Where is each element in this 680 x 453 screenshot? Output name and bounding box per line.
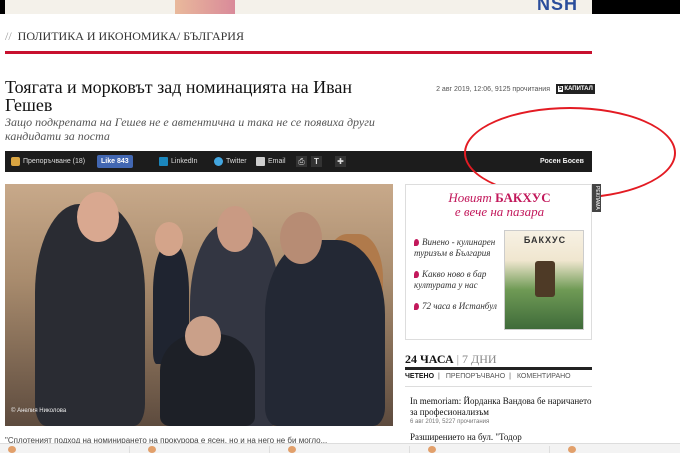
kapital-badge-label: КАПИТАЛ bbox=[564, 86, 593, 92]
section-divider bbox=[5, 51, 592, 54]
article-meta: 2 авг 2019, 12:06, 9125 прочитания bbox=[436, 86, 550, 93]
photo-figure bbox=[185, 316, 221, 356]
thumbs-up-icon bbox=[11, 156, 20, 166]
photo-figure bbox=[280, 212, 322, 264]
top-ad-decoration bbox=[175, 0, 235, 14]
kapital-badge-number: 5 bbox=[558, 86, 564, 92]
subtab-recommended[interactable]: ПРЕПОРЪЧВАНО bbox=[446, 373, 505, 380]
twitter-label: Twitter bbox=[226, 158, 247, 165]
kapital-badge[interactable]: 5 КАПИТАЛ bbox=[556, 84, 595, 94]
breadcrumb-bulgaria[interactable]: БЪЛГАРИЯ bbox=[183, 29, 244, 43]
related-link[interactable] bbox=[280, 446, 410, 453]
add-comment-button[interactable]: ✚ bbox=[335, 156, 346, 167]
ad-bullet-text: Какво ново в бар културата у нас bbox=[414, 269, 487, 290]
thumbnail-icon bbox=[428, 446, 436, 453]
thumbnail-icon bbox=[568, 446, 576, 453]
location-pin-icon bbox=[414, 303, 419, 311]
ad-bullet: Винено - кулинарен туризъм в България bbox=[414, 237, 504, 259]
tab-separator: | bbox=[456, 352, 460, 366]
linkedin-share-button[interactable]: LinkedIn bbox=[159, 155, 197, 168]
subtab-commented[interactable]: КОМЕНТИРАНО bbox=[517, 373, 571, 380]
photo-figure bbox=[217, 206, 253, 252]
thumbnail-icon bbox=[8, 446, 16, 453]
article-subtitle: Защо подкрепата на Гешев не е автентична… bbox=[5, 115, 375, 143]
article-photo[interactable]: © Анелия Николова bbox=[5, 184, 393, 426]
news-item-meta: 6 авг 2019, 5227 прочитания bbox=[410, 419, 490, 425]
subtab-read[interactable]: ЧЕТЕНО bbox=[405, 373, 434, 380]
magazine-illustration bbox=[535, 261, 555, 297]
sidebar-tabs: 24 ЧАСА | 7 ДНИ bbox=[405, 352, 497, 367]
bottom-related-strip bbox=[0, 443, 680, 453]
recommend-button[interactable]: Препоръчване (18) bbox=[11, 155, 85, 168]
ad-label: РЕКЛАМА bbox=[592, 184, 601, 212]
tab-7-days[interactable]: 7 ДНИ bbox=[462, 352, 497, 366]
twitter-share-button[interactable]: Twitter bbox=[214, 155, 247, 168]
text-size-button[interactable]: T bbox=[311, 156, 322, 167]
bakhus-ad[interactable]: Новият БАКХУС е вече на пазара Винено - … bbox=[405, 184, 592, 340]
ad-bullet-text: Винено - кулинарен туризъм в България bbox=[414, 237, 496, 258]
ad-headline-prefix: Новият bbox=[448, 190, 496, 205]
linkedin-label: LinkedIn bbox=[171, 158, 198, 165]
news-item-title[interactable]: Разширението на бул. "Тодор bbox=[410, 432, 592, 443]
print-button[interactable]: ⎙ bbox=[296, 156, 307, 167]
related-link[interactable] bbox=[0, 446, 130, 453]
news-item-title[interactable]: In memoriam: Йорданка Вандова бе наричан… bbox=[410, 396, 592, 418]
breadcrumb-separator: // bbox=[5, 29, 12, 43]
subtab-separator: | bbox=[509, 373, 511, 380]
breadcrumb: // ПОЛИТИКА И ИКОНОМИКА/ БЪЛГАРИЯ bbox=[5, 29, 244, 44]
recommend-label: Препоръчване (18) bbox=[23, 158, 86, 165]
magazine-cover: БАКХУС bbox=[504, 230, 584, 330]
breadcrumb-divider: / bbox=[176, 29, 181, 43]
ad-bullet-text: 72 часа в Истанбул bbox=[422, 301, 497, 311]
ad-headline-brand: БАКХУС bbox=[495, 190, 551, 205]
location-pin-icon bbox=[414, 271, 419, 279]
tab-24-hours[interactable]: 24 ЧАСА bbox=[405, 352, 454, 366]
text-size-icon: T bbox=[314, 157, 319, 166]
sidebar-divider bbox=[405, 367, 592, 370]
sidebar-subtabs: ЧЕТЕНО | ПРЕПОРЪЧВАНО | КОМЕНТИРАНО bbox=[405, 373, 592, 380]
ad-headline-suffix: е вече на пазара bbox=[454, 204, 545, 219]
sidebar-thin-divider bbox=[405, 386, 592, 387]
thumbnail-icon bbox=[148, 446, 156, 453]
ad-bullet: 72 часа в Истанбул bbox=[414, 301, 504, 312]
twitter-icon bbox=[214, 156, 223, 166]
top-ad-image[interactable]: NSH bbox=[5, 0, 592, 14]
ad-bullet: Какво ново в бар културата у нас bbox=[414, 269, 504, 291]
related-link[interactable] bbox=[140, 446, 270, 453]
magazine-title: БАКХУС bbox=[523, 235, 567, 245]
subtab-separator: | bbox=[438, 373, 440, 380]
location-pin-icon bbox=[414, 239, 419, 247]
photo-credit: © Анелия Николова bbox=[11, 408, 67, 414]
thumbnail-icon bbox=[288, 446, 296, 453]
comment-plus-icon: ✚ bbox=[337, 157, 344, 166]
related-link[interactable] bbox=[560, 446, 680, 453]
linkedin-icon bbox=[159, 156, 168, 166]
ad-headline: Новият БАКХУС е вече на пазара bbox=[406, 190, 591, 219]
top-ad-banner[interactable]: NSH bbox=[0, 0, 680, 14]
photo-figure bbox=[77, 192, 119, 242]
photo-figure bbox=[265, 240, 385, 426]
facebook-like-label: Like 843 bbox=[101, 158, 129, 165]
email-icon bbox=[256, 156, 265, 166]
top-ad-brand: NSH bbox=[536, 0, 578, 14]
print-icon: ⎙ bbox=[298, 157, 305, 166]
breadcrumb-politics[interactable]: ПОЛИТИКА И ИКОНОМИКА bbox=[18, 29, 177, 43]
related-link[interactable] bbox=[420, 446, 550, 453]
photo-figure bbox=[155, 222, 183, 256]
article-title: Тоягата и морковът зад номинацията на Ив… bbox=[5, 77, 352, 115]
facebook-like-button[interactable]: Like 843 bbox=[97, 155, 133, 168]
email-share-button[interactable]: Email bbox=[256, 155, 286, 168]
email-label: Email bbox=[268, 158, 286, 165]
